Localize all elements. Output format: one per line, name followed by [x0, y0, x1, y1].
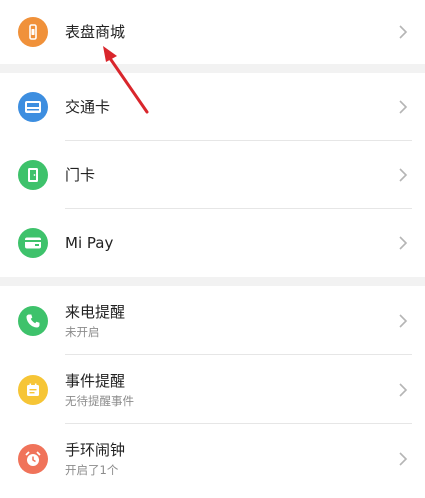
menu-item-event-reminder[interactable]: 事件提醒 无待提醒事件	[0, 355, 425, 424]
settings-screen: 表盘商城 交通卡 门卡 Mi Pay 来电提醒 未开启 事件提醒 无待提醒事件 …	[0, 0, 425, 498]
menu-item-subtitle: 未开启	[65, 324, 100, 339]
chevron-right-icon	[399, 313, 408, 328]
menu-item-watch-face-store[interactable]: 表盘商城	[0, 0, 425, 64]
chevron-right-icon	[399, 168, 408, 182]
section-divider	[0, 64, 425, 73]
section-divider	[0, 277, 425, 286]
calendar-icon	[18, 374, 48, 405]
wallet-card-icon	[18, 228, 48, 258]
alarm-clock-icon	[18, 443, 48, 474]
menu-item-title: 手环闹钟	[65, 440, 126, 459]
menu-item-title: 事件提醒	[65, 371, 126, 390]
menu-item-subtitle: 开启了1个	[65, 462, 119, 477]
menu-item-mi-pay[interactable]: Mi Pay	[0, 209, 425, 277]
menu-item-transit-card[interactable]: 交通卡	[0, 73, 425, 141]
menu-item-title: 来电提醒	[65, 302, 126, 321]
menu-item-title: 表盘商城	[65, 23, 126, 41]
menu-item-subtitle: 无待提醒事件	[65, 393, 134, 408]
chevron-right-icon	[399, 100, 408, 114]
chevron-right-icon	[399, 382, 408, 397]
menu-item-band-alarm[interactable]: 手环闹钟 开启了1个	[0, 424, 425, 493]
menu-item-title: 交通卡	[65, 98, 111, 116]
watch-icon	[18, 17, 48, 47]
chevron-right-icon	[399, 236, 408, 250]
menu-item-call-reminder[interactable]: 来电提醒 未开启	[0, 286, 425, 355]
menu-item-title: Mi Pay	[65, 234, 114, 252]
chevron-right-icon	[399, 25, 408, 39]
menu-item-door-card[interactable]: 门卡	[0, 141, 425, 209]
bus-card-icon	[18, 92, 48, 122]
menu-item-title: 门卡	[65, 166, 96, 184]
chevron-right-icon	[399, 451, 408, 466]
door-icon	[18, 160, 48, 190]
phone-icon	[18, 305, 48, 336]
